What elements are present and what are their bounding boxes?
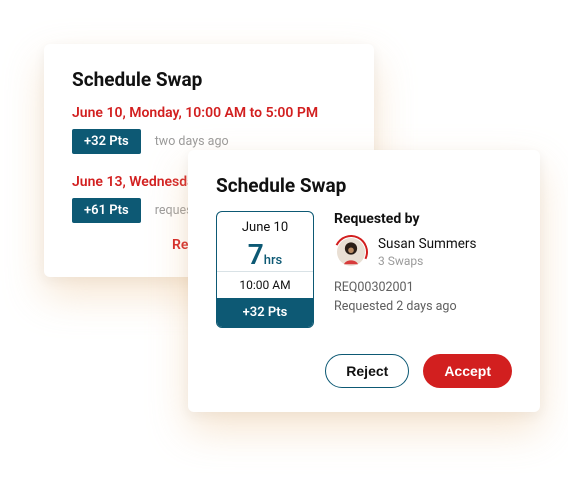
avatar xyxy=(329,230,373,274)
points-badge: +32 Pts xyxy=(72,129,141,154)
slot-time: 10:00 AM xyxy=(217,271,313,298)
swap-when: June 10, Monday, 10:00 AM to 5:00 PM xyxy=(72,105,346,121)
requester-swaps: 3 Swaps xyxy=(378,254,476,268)
slot-hours-unit: hrs xyxy=(264,253,283,268)
slot-card: June 10 7hrs 10:00 AM +32 Pts xyxy=(216,211,314,328)
slot-hours-value: 7 xyxy=(248,238,264,271)
requester[interactable]: Susan Summers 3 Swaps xyxy=(334,235,512,269)
requested-by-label: Requested by xyxy=(334,211,512,227)
requested-by-section: Requested by Susan Summers 3 Swaps xyxy=(334,211,512,328)
slot-points-badge: +32 Pts xyxy=(217,298,313,327)
slot-hours: 7hrs xyxy=(217,237,313,271)
swap-entry[interactable]: June 10, Monday, 10:00 AM to 5:00 PM +32… xyxy=(72,105,346,154)
reject-button[interactable]: Reject xyxy=(325,354,409,388)
swap-detail-title: Schedule Swap xyxy=(216,174,512,197)
slot-date: June 10 xyxy=(217,212,313,237)
request-ago: Requested 2 days ago xyxy=(334,298,512,317)
requester-name: Susan Summers xyxy=(378,236,476,254)
points-badge: +61 Pts xyxy=(72,198,141,223)
request-id: REQ00302001 xyxy=(334,279,512,298)
swap-list-title: Schedule Swap xyxy=(72,68,346,91)
swap-ago: two days ago xyxy=(155,134,229,149)
accept-button[interactable]: Accept xyxy=(423,354,512,388)
person-icon xyxy=(337,238,365,266)
swap-detail-card: Schedule Swap June 10 7hrs 10:00 AM +32 … xyxy=(188,150,540,412)
